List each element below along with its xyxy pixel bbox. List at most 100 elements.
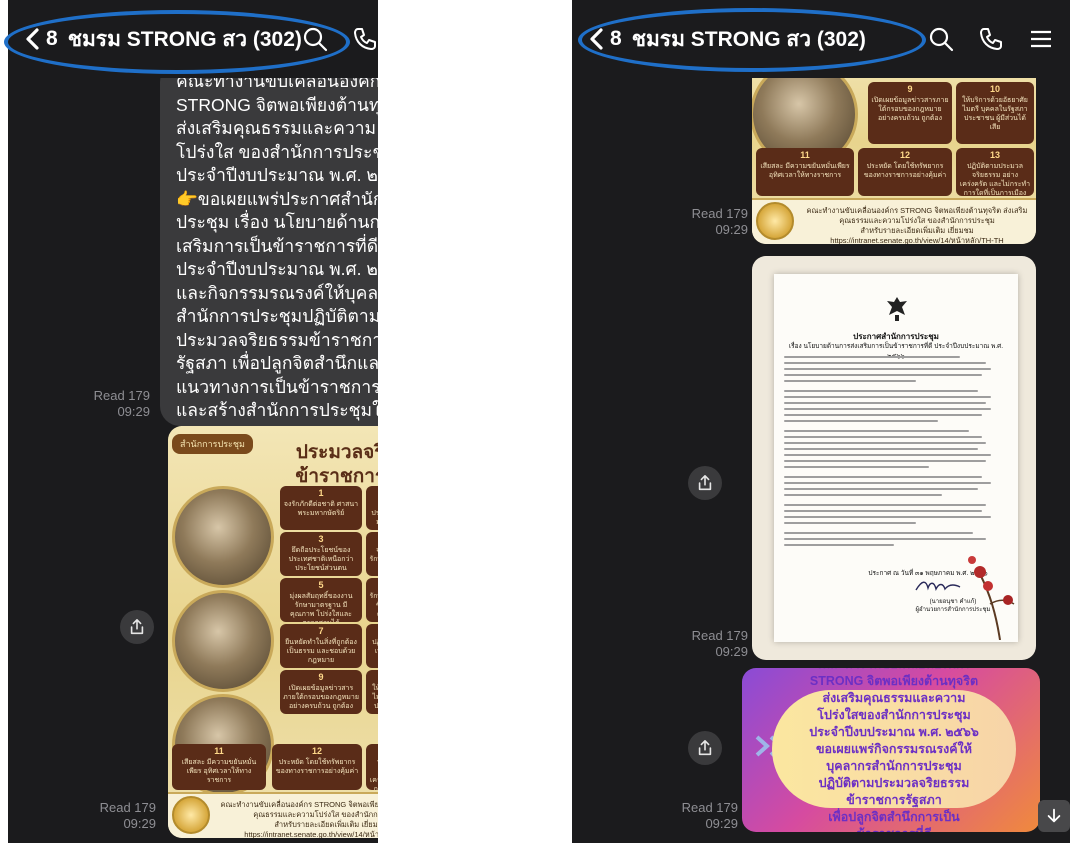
rule-number: 1: [318, 488, 324, 498]
garuda-emblem-icon: [887, 297, 907, 321]
read-receipt: Read 179: [99, 800, 156, 815]
chat-title[interactable]: ชมรม STRONG สว (302): [68, 23, 302, 56]
read-receipt: Read 179: [691, 628, 748, 643]
document-text-line: [784, 488, 978, 490]
document-paper: ประกาศสำนักการประชุม เรื่อง นโยบายด้านกา…: [774, 274, 1018, 642]
rule-text: ยึดถือประโยชน์ของประเทศชาติเหนือกว่าประโ…: [288, 547, 354, 572]
announcement-document-image[interactable]: ประกาศสำนักการประชุม เรื่อง นโยบายด้านกา…: [752, 256, 1036, 660]
document-text-line: [784, 504, 987, 506]
rule-card: 7 ยืนหยัดทำในสิ่งที่ถูกต้อง เป็นธรรม และช…: [280, 624, 362, 668]
document-text-line: [784, 454, 991, 456]
document-text-line: [784, 368, 991, 370]
rule-text: รักษาวินัย มีจิตสำนึกที่ดี ซื่อสัตย์สุจร…: [369, 593, 378, 618]
rule-number: 12: [899, 150, 910, 160]
share-icon: [130, 618, 144, 635]
rule-text: ประหยัด โดยใช้ทรัพยากรของทางราชการอย่างค…: [863, 163, 947, 179]
document-text-line: [784, 408, 991, 410]
senate-seal-icon: [756, 202, 794, 240]
rule-text: เปิดเผยข้อมูลข่าวสารภายใต้กรอบของกฎหมาย …: [871, 97, 949, 122]
rule-number: 3: [318, 534, 324, 544]
document-text-line: [784, 414, 982, 416]
read-receipt: Read 179: [681, 800, 738, 815]
rule-number: 13: [369, 747, 378, 756]
rule-number: 11: [800, 150, 810, 160]
message-time: 09:29: [705, 816, 738, 831]
rule-number: 9: [907, 84, 913, 94]
text-message-bubble[interactable]: คณะทำงานขับเคลื่อนองค์กร STRONG จิตพอเพี…: [160, 62, 378, 444]
document-text-line: [784, 476, 982, 478]
senate-seal-icon: [172, 796, 210, 834]
rule-card: 12 ประหยัด โดยใช้ทรัพยากรของทางราชการอย่า…: [272, 744, 362, 790]
back-button[interactable]: 8: [588, 27, 622, 51]
rule-number: 13: [989, 150, 1000, 160]
rule-text: ให้บริการด้วยอัธยาศัยไมตรี บุคคลในรัฐสภา…: [372, 685, 378, 710]
rule-number: 10: [989, 84, 1000, 94]
poster-tag: สำนักการประชุม: [172, 434, 253, 454]
meeting-photo: [172, 486, 274, 588]
rule-card: 4 จงรักภักดีต่อองค์กร รักษาภาพลักษณ์ที่ดี…: [366, 532, 378, 576]
meeting-photo: [172, 590, 274, 692]
rule-number: 10: [369, 673, 378, 682]
share-icon: [698, 474, 712, 491]
document-text-line: [784, 430, 969, 432]
share-button[interactable]: [120, 610, 154, 644]
rule-card: 3 ยึดถือประโยชน์ของประเทศชาติเหนือกว่าประ…: [280, 532, 362, 576]
share-button[interactable]: [688, 731, 722, 765]
document-text-line: [784, 460, 987, 462]
document-text-line: [784, 442, 987, 444]
rule-card: 8 ปฏิบัติหน้าที่ด้วยความเที่ยงธรรม เป็นกล…: [366, 624, 378, 668]
share-button[interactable]: [688, 466, 722, 500]
search-icon[interactable]: [928, 26, 954, 52]
document-text-line: [784, 420, 938, 422]
rule-text: จงรักภักดีต่อองค์กร รักษาภาพลักษณ์ที่ดีข…: [369, 547, 378, 563]
unread-count: 8: [46, 27, 58, 50]
document-text-line: [784, 516, 991, 518]
rule-number: 4: [369, 535, 378, 544]
document-text-line: [784, 510, 982, 512]
search-icon[interactable]: [302, 26, 328, 52]
document-subject: เรื่อง นโยบายด้านการส่งเสริมการเป็นข้ารา…: [788, 343, 1004, 360]
flower-decoration-icon: [968, 556, 1015, 640]
rule-text: ประหยัด โดยใช้ทรัพยากรของทางราชการอย่างค…: [275, 759, 359, 775]
document-text-line: [784, 396, 991, 398]
poster-meta: Read 179 09:29: [688, 206, 748, 238]
message-time: 09:29: [715, 222, 748, 237]
rule-card: 9 เปิดเผยข้อมูลข่าวสารภายใต้กรอบของกฎหมาย…: [280, 670, 362, 714]
document-text-line: [784, 380, 916, 382]
phone-call-icon[interactable]: [978, 26, 1004, 52]
document-text-line: [784, 538, 987, 540]
document-text-line: [784, 362, 987, 364]
rule-card: 2 ยึดมั่นในระบอบประชาธิปไตยอันมีพระมหากษั…: [366, 486, 378, 530]
document-text-line: [784, 532, 974, 534]
rule-card: 13 ปฏิบัติตามประมวลจริยธรรม อย่างเคร่งครั…: [366, 744, 378, 790]
rule-number: 11: [214, 746, 224, 756]
rule-text: ปฏิบัติตามประมวลจริยธรรม อย่างเคร่งครัด …: [959, 163, 1031, 196]
rule-card: 12 ประหยัด โดยใช้ทรัพยากรของทางราชการอย่า…: [858, 148, 952, 196]
document-text-line: [784, 544, 894, 546]
rule-card: 13 ปฏิบัติตามประมวลจริยธรรม อย่างเคร่งครั…: [956, 148, 1034, 196]
rule-number: 9: [318, 672, 324, 682]
rule-card: 10 ให้บริการด้วยอัธยาศัยไมตรี บุคคลในรัฐส…: [366, 670, 378, 714]
scroll-to-bottom-button[interactable]: [1038, 800, 1070, 832]
menu-icon[interactable]: [1028, 26, 1054, 52]
phone-call-icon[interactable]: [352, 26, 378, 52]
rule-number: 6: [369, 581, 378, 590]
rule-card: 6 รักษาวินัย มีจิตสำนึกที่ดี ซื่อสัตย์สุจ…: [366, 578, 378, 622]
message-time: 09:29: [117, 404, 150, 419]
rule-text: มุ่งผลสัมฤทธิ์ของงาน รักษามาตรฐาน มีคุณภ…: [289, 593, 353, 622]
rule-card: 5 มุ่งผลสัมฤทธิ์ของงาน รักษามาตรฐาน มีคุณ…: [280, 578, 362, 622]
rule-card: 1 จงรักภักดีต่อชาติ ศาสนา พระมหากษัตริย์: [280, 486, 362, 530]
back-button[interactable]: 8: [24, 27, 58, 51]
chat-title[interactable]: ชมรม STRONG สว (302): [632, 23, 866, 56]
rule-card: 9 เปิดเผยข้อมูลข่าวสารภายใต้กรอบของกฎหมาย…: [868, 82, 952, 144]
poster-image-message[interactable]: สำนักการประชุม ประมวลจริยธรรม ข้าราชการร…: [168, 426, 378, 838]
rule-text: ยืนหยัดทำในสิ่งที่ถูกต้อง เป็นธรรม และชอ…: [285, 639, 357, 664]
arrow-down-icon: [1047, 808, 1061, 823]
rule-card: 11 เสียสละ มีความขยันหมั่นเพียร อุทิศเวลา…: [172, 744, 266, 790]
document-text-line: [784, 356, 960, 358]
chat-header: 8 ชมรม STRONG สว (302): [8, 0, 378, 78]
campaign-banner-image[interactable]: คณะทำงานขับเคลื่อนองค์กร STRONG จิตพอเพี…: [742, 668, 1040, 832]
rule-number: 2: [369, 489, 378, 498]
chevron-left-icon: [590, 28, 603, 50]
rule-text: เสียสละ มีความขยันหมั่นเพียร อุทิศเวลาให…: [181, 759, 257, 784]
